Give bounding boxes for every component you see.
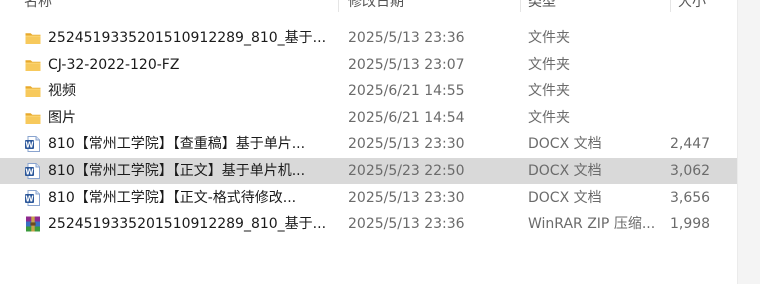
file-modified-date: 2025/6/21 14:55 bbox=[348, 83, 465, 100]
file-modified-date: 2025/5/13 23:36 bbox=[348, 30, 465, 46]
folder-icon bbox=[24, 29, 42, 47]
file-size: 3,062 bbox=[670, 163, 711, 179]
folder-icon bbox=[24, 56, 42, 74]
svg-text:W: W bbox=[25, 194, 34, 203]
column-divider[interactable] bbox=[338, 0, 339, 12]
word-doc-icon: W bbox=[24, 162, 42, 180]
svg-text:W: W bbox=[25, 167, 34, 176]
file-size bbox=[670, 78, 737, 104]
column-divider[interactable] bbox=[670, 0, 671, 12]
word-doc-icon: W bbox=[24, 189, 42, 207]
file-name: 视频 bbox=[48, 83, 76, 100]
file-size: 1,998 bbox=[670, 216, 711, 233]
file-type: DOCX 文档 bbox=[528, 163, 602, 179]
file-name: 810【常州工学院】【正文】基于单片机... bbox=[48, 163, 306, 179]
file-modified-date: 2025/5/13 23:07 bbox=[348, 56, 465, 73]
file-type: DOCX 文档 bbox=[528, 189, 602, 206]
file-row[interactable]: W 810【常州工学院】【正文】基于单片机... 2025/5/23 22:50 DO… bbox=[0, 158, 737, 184]
file-size: 3,656 bbox=[670, 189, 711, 206]
file-row[interactable]: CJ-32-2022-120-FZ 2025/5/13 23:07 文件夹 bbox=[0, 52, 737, 78]
column-divider[interactable] bbox=[520, 0, 521, 12]
file-type: 文件夹 bbox=[528, 109, 570, 126]
file-type: 文件夹 bbox=[528, 83, 570, 100]
file-row[interactable]: W 810【常州工学院】【正文-格式待修改... 2025/5/13 23:30 DO… bbox=[0, 185, 737, 211]
file-type: 文件夹 bbox=[528, 56, 570, 73]
file-name: 810【常州工学院】【查重稿】基于单片... bbox=[48, 136, 306, 153]
folder-icon bbox=[24, 82, 42, 100]
file-name: CJ-32-2022-120-FZ bbox=[48, 56, 180, 73]
file-size: 2,447 bbox=[670, 136, 711, 153]
file-name: 810【常州工学院】【正文-格式待修改... bbox=[48, 189, 297, 206]
column-header-type[interactable]: 类型 bbox=[528, 0, 556, 11]
file-modified-date: 2025/5/13 23:30 bbox=[348, 189, 465, 206]
file-modified-date: 2025/5/13 23:36 bbox=[348, 216, 465, 233]
vertical-scrollbar[interactable] bbox=[737, 0, 760, 284]
file-modified-date: 2025/5/23 22:50 bbox=[348, 163, 465, 179]
column-header-size[interactable]: 大小 bbox=[678, 0, 706, 11]
word-doc-icon: W bbox=[24, 135, 42, 153]
file-type: DOCX 文档 bbox=[528, 136, 602, 153]
column-header-modified[interactable]: 修改日期 bbox=[348, 0, 404, 11]
file-row[interactable]: 视频 2025/6/21 14:55 文件夹 bbox=[0, 78, 737, 104]
file-name: 2524519335201510912289_810_基于... bbox=[48, 30, 327, 46]
file-row[interactable]: 2524519335201510912289_810_基于... 2025/5/1… bbox=[0, 25, 737, 51]
file-row[interactable]: 图片 2025/6/21 14:54 文件夹 bbox=[0, 105, 737, 131]
file-size bbox=[670, 105, 737, 131]
winrar-archive-icon bbox=[24, 215, 42, 233]
file-size bbox=[670, 52, 737, 78]
column-header: 名称 修改日期 类型 大小 bbox=[0, 0, 737, 12]
column-header-name[interactable]: 名称 bbox=[24, 0, 52, 11]
file-name: 2524519335201510912289_810_基于... bbox=[48, 216, 327, 233]
file-modified-date: 2025/5/13 23:30 bbox=[348, 136, 465, 153]
file-size bbox=[670, 25, 737, 51]
svg-text:W: W bbox=[25, 141, 34, 150]
file-name: 图片 bbox=[48, 109, 76, 126]
folder-icon bbox=[24, 109, 42, 127]
file-row[interactable]: W 810【常州工学院】【查重稿】基于单片... 2025/5/13 23:30 DO… bbox=[0, 131, 737, 157]
file-type: 文件夹 bbox=[528, 30, 570, 46]
file-modified-date: 2025/6/21 14:54 bbox=[348, 109, 465, 126]
file-type: WinRAR ZIP 压缩... bbox=[528, 216, 656, 233]
file-row[interactable]: 2524519335201510912289_810_基于... 2025/5/1… bbox=[0, 211, 737, 237]
